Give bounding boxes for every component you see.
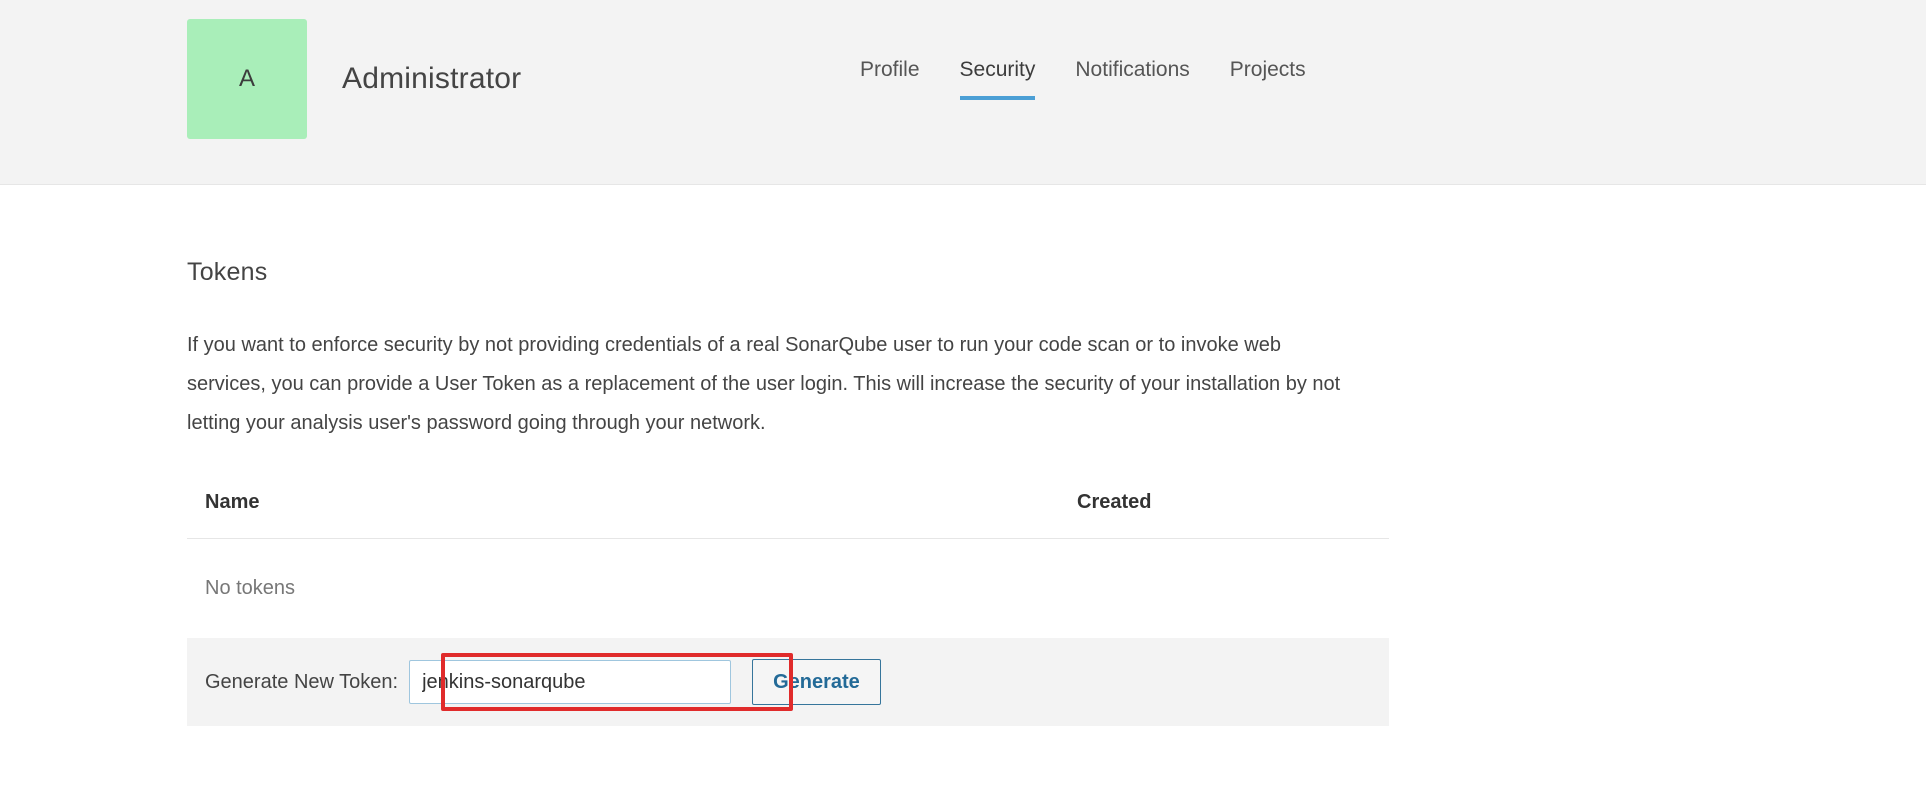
tab-notifications[interactable]: Notifications: [1075, 58, 1189, 100]
tab-notifications-label: Notifications: [1075, 58, 1190, 81]
generate-button[interactable]: Generate: [752, 659, 881, 705]
empty-state-message: No tokens: [205, 577, 296, 599]
tab-profile-label: Profile: [860, 58, 920, 81]
token-name-input[interactable]: [409, 660, 732, 704]
tab-projects-label: Projects: [1229, 58, 1306, 81]
table-header-row: Name Created: [187, 491, 1389, 539]
section-title: Tokens: [187, 258, 268, 286]
main-content: Tokens If you want to enforce security b…: [0, 185, 1926, 726]
tokens-table-head: Name Created: [187, 491, 1389, 539]
tokens-section: Tokens If you want to enforce security b…: [187, 258, 1389, 726]
column-header-name[interactable]: Name: [187, 491, 1059, 539]
avatar-initial: A: [238, 65, 255, 92]
page-title: Administrator: [342, 62, 522, 95]
column-header-created[interactable]: Created: [1059, 491, 1389, 539]
nav-tabs: Profile Security Notifications Projects: [860, 58, 1306, 101]
tokens-table: Name Created No tokens: [187, 491, 1389, 638]
page-header: A Administrator Profile Security Notific…: [0, 0, 1926, 185]
tab-security-label: Security: [959, 58, 1036, 81]
avatar: A: [187, 19, 307, 139]
tokens-description: If you want to enforce security by not p…: [187, 334, 1341, 434]
tab-projects[interactable]: Projects: [1230, 58, 1306, 100]
generate-token-label: Generate New Token:: [205, 670, 399, 693]
generate-token-panel: Generate New Token: Generate: [187, 638, 1389, 726]
tab-profile[interactable]: Profile: [860, 58, 920, 100]
tokens-table-body: No tokens: [187, 539, 1389, 639]
table-row: No tokens: [187, 539, 1389, 639]
tab-security[interactable]: Security: [959, 58, 1036, 101]
